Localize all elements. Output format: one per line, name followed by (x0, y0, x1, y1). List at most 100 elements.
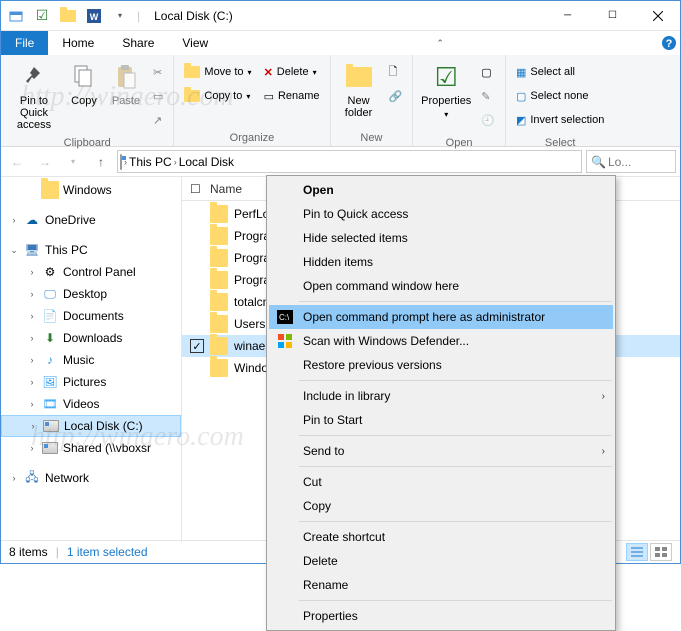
tree-onedrive[interactable]: ›☁OneDrive (1, 209, 181, 231)
context-menu: Open Pin to Quick access Hide selected i… (266, 175, 616, 631)
move-to-button[interactable]: Move to ▾ (180, 61, 255, 83)
tree-music[interactable]: ›♪Music (1, 349, 181, 371)
rename-icon: ▭ (264, 90, 274, 103)
view-details-button[interactable] (626, 543, 648, 561)
new-folder-button[interactable]: Newfolder (335, 57, 383, 123)
qat-word-icon[interactable]: W (83, 5, 105, 27)
properties-button[interactable]: ☑ Properties ▾ (417, 57, 475, 125)
tree-documents[interactable]: ›📄Documents (1, 305, 181, 327)
path-icon: ▭ (153, 90, 163, 103)
forward-button[interactable]: → (33, 150, 57, 174)
ctx-restore-versions[interactable]: Restore previous versions (269, 353, 613, 377)
column-name[interactable]: Name (210, 182, 242, 196)
search-input[interactable]: 🔍 Lo... (586, 150, 676, 173)
maximize-button[interactable]: ☐ (590, 1, 635, 31)
tab-home[interactable]: Home (48, 31, 108, 55)
select-none-button[interactable]: ▢Select none (512, 85, 608, 107)
chevron-right-icon: › (602, 391, 605, 402)
tree-downloads[interactable]: ›⬇Downloads (1, 327, 181, 349)
history-button[interactable]: 🕘 (477, 109, 499, 131)
paste-shortcut-button[interactable]: ↗ (149, 109, 167, 131)
edit-button[interactable]: ✎ (477, 85, 499, 107)
paste-icon (110, 61, 142, 93)
close-button[interactable] (635, 1, 680, 31)
ctx-include-library[interactable]: Include in library› (269, 384, 613, 408)
minimize-button[interactable]: ─ (545, 1, 590, 31)
ctx-send-to[interactable]: Send to› (269, 439, 613, 463)
ctx-pin-quick-access[interactable]: Pin to Quick access (269, 202, 613, 226)
tab-file[interactable]: File (1, 31, 48, 55)
invert-icon: ◩ (516, 114, 526, 127)
checkbox-icon[interactable]: ✓ (190, 339, 204, 353)
ctx-hidden-items[interactable]: Hidden items (269, 250, 613, 274)
breadcrumb[interactable]: › This PC › Local Disk (117, 150, 582, 173)
ctx-hide-selected[interactable]: Hide selected items (269, 226, 613, 250)
ribbon-toggle-icon[interactable]: ⌃ (429, 31, 451, 55)
tree-thispc[interactable]: ⌄🖥This PC (1, 239, 181, 261)
ctx-properties[interactable]: Properties (269, 604, 613, 628)
quick-access-toolbar: ☑ W ▾ | (1, 5, 146, 27)
new-item-icon: 🗋 (389, 63, 398, 82)
tree-network[interactable]: ›🖧Network (1, 467, 181, 489)
pin-to-quick-access-button[interactable]: Pin to Quickaccess (5, 57, 63, 135)
tree-videos[interactable]: ›🎞Videos (1, 393, 181, 415)
group-new: Newfolder 🗋 🔗 New (331, 55, 414, 146)
tab-share[interactable]: Share (108, 31, 168, 55)
copy-button[interactable]: Copy (63, 57, 105, 111)
tree-control-panel[interactable]: ›⚙Control Panel (1, 261, 181, 283)
tree-local-disk[interactable]: ›Local Disk (C:) (1, 415, 181, 437)
ctx-open[interactable]: Open (269, 178, 613, 202)
folder-icon (41, 181, 59, 199)
history-icon: 🕘 (481, 114, 495, 127)
recent-button[interactable]: ▾ (61, 150, 85, 174)
group-organize: Move to ▾ Copy to ▾ ✕Delete ▾ ▭Rename Or… (174, 55, 330, 146)
delete-button[interactable]: ✕Delete ▾ (260, 61, 324, 83)
breadcrumb-localdisk[interactable]: Local Disk (179, 155, 234, 169)
header-checkbox[interactable]: ☐ (190, 182, 210, 196)
ctx-pin-start[interactable]: Pin to Start (269, 408, 613, 432)
ribbon-tabs: File Home Share View ⌃ ? (1, 31, 680, 55)
back-button[interactable]: ← (5, 150, 29, 174)
qat-dropdown-icon[interactable]: ▾ (109, 5, 131, 27)
easy-access-button[interactable]: 🔗 (385, 85, 407, 107)
nav-tree: Windows ›☁OneDrive ⌄🖥This PC ›⚙Control P… (1, 177, 182, 542)
ctx-open-cmd-here[interactable]: Open command window here (269, 274, 613, 298)
chevron-right-icon[interactable]: › (174, 157, 177, 167)
copy-path-button[interactable]: ▭ (149, 85, 167, 107)
folder-icon (210, 249, 228, 267)
new-item-button[interactable]: 🗋 (385, 61, 407, 83)
breadcrumb-thispc[interactable]: This PC (129, 155, 172, 169)
ctx-cut[interactable]: Cut (269, 470, 613, 494)
ctx-delete[interactable]: Delete (269, 549, 613, 573)
cut-button[interactable]: ✂ (149, 61, 167, 83)
ctx-defender[interactable]: Scan with Windows Defender... (269, 329, 613, 353)
onedrive-icon: ☁ (23, 211, 41, 229)
qat-properties-icon[interactable]: ☑ (31, 5, 53, 27)
ctx-copy[interactable]: Copy (269, 494, 613, 518)
open-icon: ▢ (481, 66, 491, 79)
select-all-button[interactable]: ▦Select all (512, 61, 608, 83)
invert-selection-button[interactable]: ◩Invert selection (512, 109, 608, 131)
titlebar: ☑ W ▾ | Local Disk (C:) ─ ☐ (1, 1, 680, 31)
qat-nav-icon[interactable] (5, 5, 27, 27)
group-label-select: Select (510, 135, 610, 151)
ctx-rename[interactable]: Rename (269, 573, 613, 597)
tree-desktop[interactable]: ›🖵Desktop (1, 283, 181, 305)
tree-windows[interactable]: Windows (1, 179, 181, 201)
ctx-create-shortcut[interactable]: Create shortcut (269, 525, 613, 549)
help-button[interactable]: ? (658, 31, 680, 55)
paste-button[interactable]: Paste (105, 57, 147, 111)
up-button[interactable]: ↑ (89, 150, 113, 174)
open-button[interactable]: ▢ (477, 61, 499, 83)
rename-button[interactable]: ▭Rename (260, 85, 324, 107)
tab-view[interactable]: View (168, 31, 222, 55)
svg-text:W: W (90, 12, 99, 22)
copy-to-button[interactable]: Copy to ▾ (180, 85, 255, 107)
disk-icon (41, 439, 59, 457)
view-large-button[interactable] (650, 543, 672, 561)
ctx-open-cmd-admin[interactable]: C:\Open command prompt here as administr… (269, 305, 613, 329)
documents-icon: 📄 (41, 307, 59, 325)
qat-newfolder-icon[interactable] (57, 5, 79, 27)
tree-shared[interactable]: ›Shared (\\vboxsr (1, 437, 181, 459)
tree-pictures[interactable]: ›🖼Pictures (1, 371, 181, 393)
